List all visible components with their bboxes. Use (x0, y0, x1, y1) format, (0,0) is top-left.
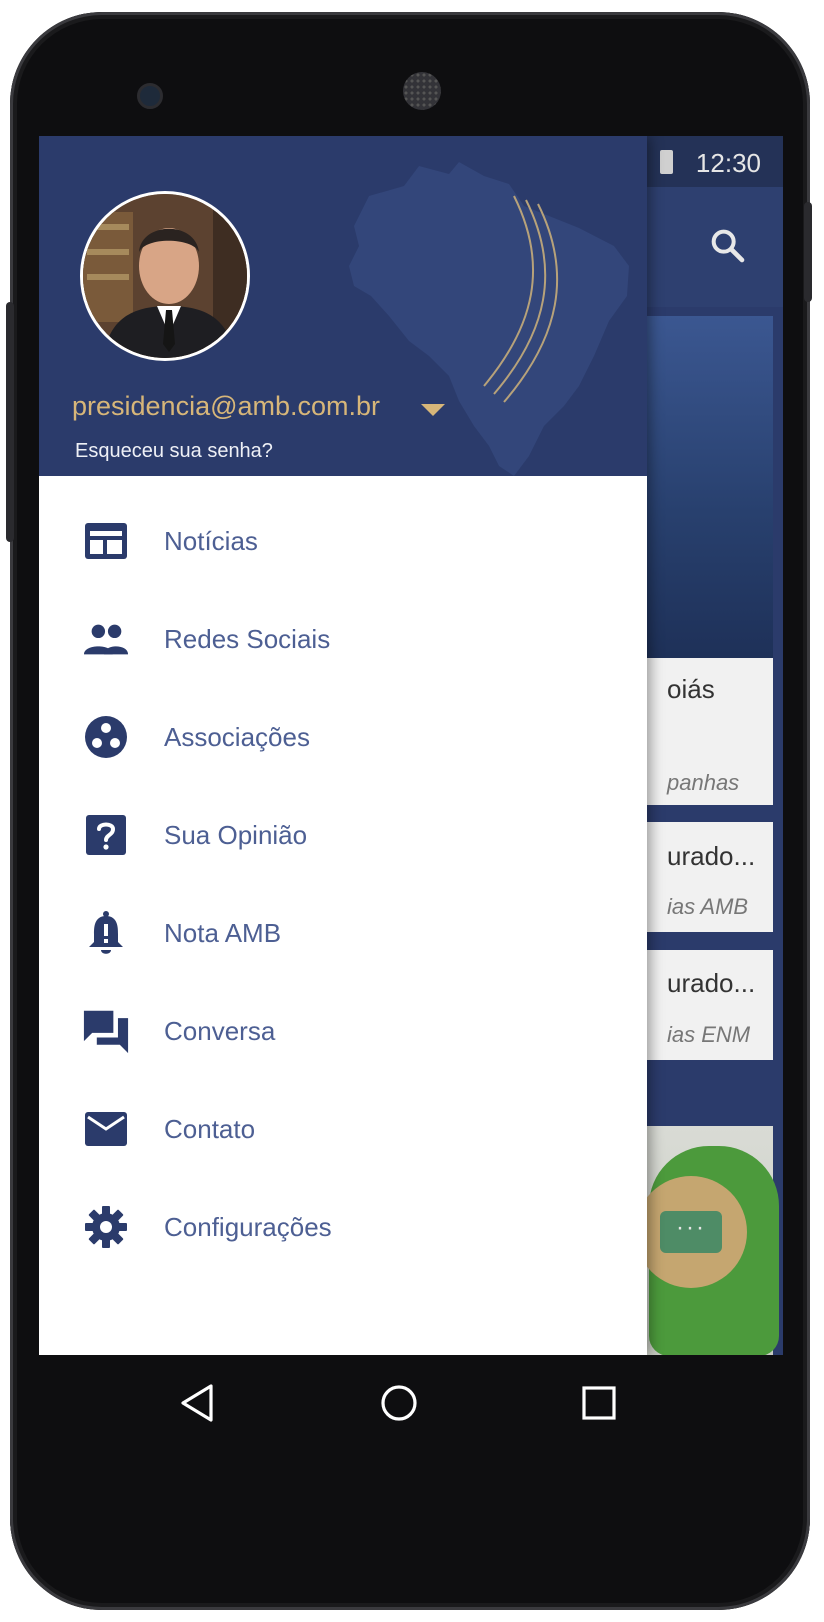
home-circle-icon (381, 1385, 417, 1421)
group-work-icon (83, 714, 129, 760)
menu-item-label: Associações (164, 721, 310, 752)
menu-item-conversa[interactable]: Conversa (39, 982, 647, 1080)
avatar[interactable] (80, 191, 250, 361)
navigation-drawer: presidencia@amb.com.br Esqueceu sua senh… (39, 136, 647, 1355)
newspaper-icon (83, 518, 129, 564)
brazil-map-graphic (349, 162, 629, 476)
bell-alert-icon (83, 910, 129, 956)
menu-item-redes-sociais[interactable]: Redes Sociais (39, 590, 647, 688)
news-card-subtitle: ias AMB (667, 894, 749, 919)
home-button[interactable] (375, 1379, 423, 1427)
profile-photo (83, 194, 247, 358)
chat-fab[interactable]: ··· (635, 1176, 747, 1288)
forgot-password-link[interactable]: Esqueceu sua senha? (75, 440, 273, 463)
menu-item-configuracoes[interactable]: Configurações (39, 1178, 647, 1276)
account-email[interactable]: presidencia@amb.com.br (72, 391, 380, 422)
menu-item-contato[interactable]: Contato (39, 1080, 647, 1178)
forum-icon (83, 1008, 129, 1054)
drawer-menu: Notícias Redes Sociais Associações Sua O… (39, 492, 647, 1276)
volume-button (804, 202, 812, 302)
recents-square-icon (582, 1386, 616, 1420)
menu-item-label: Nota AMB (164, 917, 282, 948)
menu-item-label: Conversa (164, 1015, 276, 1046)
search-icon[interactable] (707, 225, 747, 265)
menu-item-label: Sua Opinião (164, 819, 308, 850)
front-camera (137, 83, 163, 109)
menu-item-noticias[interactable]: Notícias (39, 492, 647, 590)
chat-fab-icon: ··· (660, 1211, 722, 1253)
back-triangle-icon (181, 1384, 213, 1422)
people-icon (83, 616, 129, 662)
drawer-header: presidencia@amb.com.br Esqueceu sua senh… (39, 136, 647, 476)
menu-item-label: Configurações (164, 1211, 332, 1242)
help-box-icon (83, 812, 129, 858)
chevron-down-icon[interactable] (421, 404, 445, 416)
menu-item-label: Redes Sociais (164, 623, 331, 654)
news-card-subtitle: panhas (667, 770, 740, 795)
status-time: 12:30 (695, 148, 761, 178)
mail-icon (83, 1106, 129, 1152)
menu-item-label: Notícias (164, 525, 258, 556)
android-nav-bar (39, 1355, 783, 1455)
earpiece-speaker (403, 72, 441, 110)
menu-item-label: Contato (164, 1113, 256, 1144)
news-card-title: urado... (667, 841, 756, 871)
menu-item-associacoes[interactable]: Associações (39, 688, 647, 786)
news-card-title: oiás (667, 674, 715, 704)
battery-icon (660, 150, 673, 174)
news-card-title: urado... (667, 968, 756, 998)
power-button (6, 302, 14, 542)
menu-item-sua-opiniao[interactable]: Sua Opinião (39, 786, 647, 884)
back-button[interactable] (173, 1379, 221, 1427)
menu-item-nota-amb[interactable]: Nota AMB (39, 884, 647, 982)
gear-icon (83, 1204, 129, 1250)
recents-button[interactable] (575, 1379, 623, 1427)
screen: 12:30 oiás panhas urado... ias AMB urado… (39, 136, 783, 1355)
news-card-subtitle: ias ENM (667, 1022, 751, 1047)
